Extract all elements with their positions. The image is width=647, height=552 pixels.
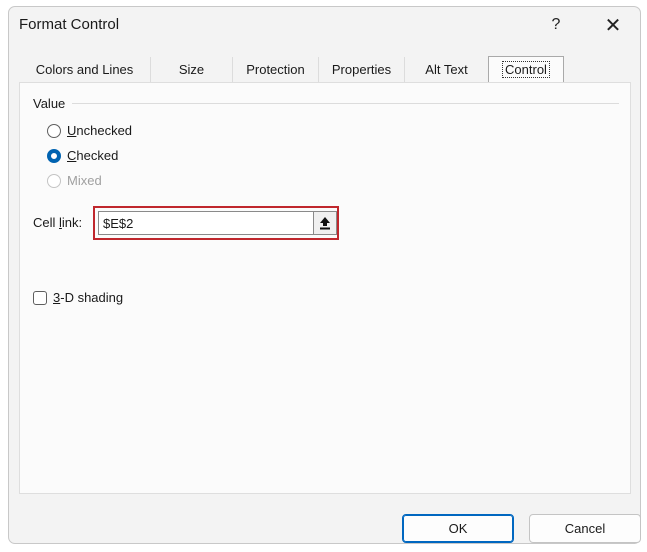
radio-unchecked[interactable]: Unchecked (47, 123, 132, 138)
shading-checkbox-row[interactable]: 3-D shading (33, 290, 123, 305)
group-divider (72, 103, 619, 104)
cell-link-label: Cell link: (33, 215, 83, 230)
radio-checked[interactable]: Checked (47, 148, 118, 163)
tab-strip: Colors and Lines Size Protection Propert… (19, 56, 630, 83)
radio-label: Unchecked (67, 123, 133, 138)
tab-label: Control (502, 61, 550, 78)
tab-control[interactable]: Control (488, 56, 564, 83)
tab-label: Alt Text (425, 62, 468, 77)
tab-properties[interactable]: Properties (319, 57, 405, 82)
format-control-dialog: Format Control ? ✕ Colors and Lines Size… (8, 6, 641, 544)
radio-mixed: Mixed (47, 173, 102, 188)
radio-circle[interactable] (47, 123, 61, 138)
collapse-dialog-button[interactable] (313, 211, 337, 235)
cell-link-input[interactable] (98, 211, 314, 235)
cancel-button[interactable]: Cancel (529, 514, 641, 543)
shading-label: 3-D shading (53, 290, 124, 305)
tab-label: Properties (331, 62, 392, 77)
radio-circle-disabled (47, 173, 61, 188)
control-tab-panel: Value Unchecked Checked Mixed Cell link:… (19, 82, 631, 494)
tab-alt-text[interactable]: Alt Text (405, 57, 489, 82)
tab-size[interactable]: Size (151, 57, 233, 82)
tab-colors-and-lines[interactable]: Colors and Lines (19, 57, 151, 82)
radio-label: Checked (67, 148, 119, 163)
ok-button[interactable]: OK (402, 514, 514, 543)
radio-label: Mixed (67, 173, 102, 188)
upload-arrow-icon (320, 217, 330, 230)
value-group-label: Value (33, 96, 66, 111)
close-icon: ✕ (604, 14, 622, 37)
tab-protection[interactable]: Protection (233, 57, 319, 82)
radio-circle-selected[interactable] (47, 148, 61, 163)
close-button[interactable]: ✕ (596, 11, 630, 39)
tab-label: Size (178, 62, 205, 77)
help-icon: ? (551, 16, 561, 33)
tab-label: Colors and Lines (35, 62, 134, 77)
shading-checkbox[interactable] (33, 290, 47, 305)
dialog-title: Format Control (19, 16, 120, 33)
tab-label: Protection (246, 62, 305, 77)
help-button[interactable]: ? (539, 11, 573, 39)
